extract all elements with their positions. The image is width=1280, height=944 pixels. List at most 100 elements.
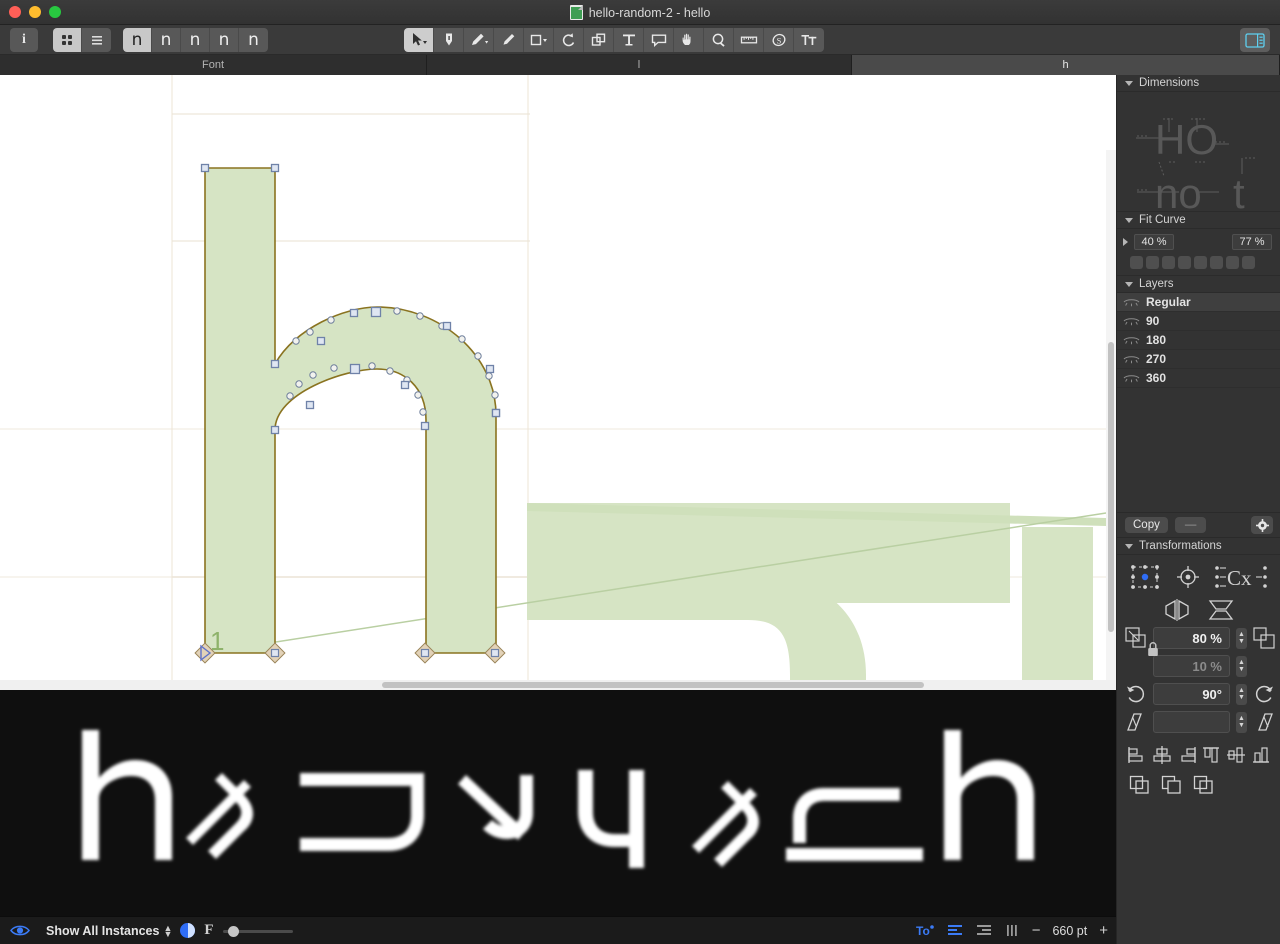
grid-view-icon[interactable]: [53, 28, 82, 52]
slant-right-icon[interactable]: [1253, 711, 1275, 733]
rotate-tool[interactable]: [554, 28, 584, 52]
text-tool-icon[interactable]: To: [916, 924, 936, 938]
disclosure-triangle-icon[interactable]: [1125, 81, 1133, 86]
rotate-cw-icon[interactable]: [1253, 683, 1275, 705]
layer-eye-icon[interactable]: [1123, 373, 1140, 384]
layer-eye-icon[interactable]: [1123, 354, 1140, 365]
master-button-0[interactable]: n: [123, 28, 152, 52]
master-button-4[interactable]: n: [239, 28, 268, 52]
transform-origin-icon[interactable]: [1128, 563, 1162, 591]
align-right-icon[interactable]: [1177, 745, 1197, 765]
master-button-3[interactable]: n: [210, 28, 239, 52]
path-intersect-icon[interactable]: [1193, 775, 1215, 795]
mirror-vertical-icon[interactable]: [1208, 599, 1234, 621]
slant-left-icon[interactable]: [1125, 711, 1147, 733]
scale-tool[interactable]: [584, 28, 614, 52]
smart-shape-tool[interactable]: S: [764, 28, 794, 52]
layer-item-270[interactable]: 270: [1117, 350, 1280, 369]
layer-eye-icon[interactable]: [1123, 316, 1140, 327]
master-button-2[interactable]: n: [181, 28, 210, 52]
layer-item-regular[interactable]: Regular: [1117, 293, 1280, 312]
layers-section-header[interactable]: Layers: [1117, 276, 1280, 293]
info-button[interactable]: i: [10, 28, 38, 52]
glyph-edit-canvas[interactable]: 1 1 h 0068 Kern 50 50 Kern Group 540 Gro…: [0, 75, 1116, 680]
vertical-scroll-thumb[interactable]: [1108, 342, 1114, 632]
path-subtract-icon[interactable]: [1161, 775, 1183, 795]
slant-stepper[interactable]: ▲▼: [1236, 712, 1247, 733]
fit-preset-3[interactable]: [1178, 256, 1191, 269]
rotate-ccw-icon[interactable]: [1125, 683, 1147, 705]
slant-input[interactable]: [1153, 711, 1230, 733]
hand-tool[interactable]: [674, 28, 704, 52]
transform-metrics-icon[interactable]: Cx: [1214, 563, 1270, 591]
zoom-tool[interactable]: [704, 28, 734, 52]
instances-label[interactable]: Show All Instances: [46, 924, 159, 938]
fit-curve-presets[interactable]: [1117, 250, 1280, 269]
lock-icon[interactable]: [1147, 641, 1159, 657]
align-left-icon[interactable]: [948, 924, 965, 937]
text-tool[interactable]: [614, 28, 644, 52]
fit-preset-6[interactable]: [1226, 256, 1239, 269]
fit-curve-play-icon[interactable]: [1123, 238, 1128, 246]
zoom-out-button[interactable]: −: [1032, 922, 1041, 939]
align-columns-icon[interactable]: [1006, 924, 1020, 937]
fit-preset-7[interactable]: [1242, 256, 1255, 269]
annotation-tool[interactable]: [644, 28, 674, 52]
align-center-h-icon[interactable]: [1152, 745, 1172, 765]
disclosure-triangle-icon[interactable]: [1125, 544, 1133, 549]
eye-icon[interactable]: [10, 924, 30, 937]
mirror-horizontal-icon[interactable]: [1164, 599, 1190, 621]
gear-icon[interactable]: [1251, 516, 1273, 534]
rotate-stepper[interactable]: ▲▼: [1236, 684, 1247, 705]
master-selector[interactable]: n n n n n: [123, 28, 268, 52]
path-union-icon[interactable]: [1129, 775, 1151, 795]
transformations-section-header[interactable]: Transformations: [1117, 538, 1280, 555]
list-view-icon[interactable]: [82, 28, 111, 52]
select-tool[interactable]: [404, 28, 434, 52]
remove-layer-button[interactable]: —: [1175, 517, 1207, 533]
contrast-icon[interactable]: [180, 923, 195, 938]
disclosure-triangle-icon[interactable]: [1125, 218, 1133, 223]
glyph-outline-svg[interactable]: 1: [0, 75, 1116, 680]
layer-item-360[interactable]: 360: [1117, 369, 1280, 388]
scale-up-icon[interactable]: [1253, 627, 1275, 649]
scale-y-stepper[interactable]: ▲▼: [1236, 656, 1247, 677]
zoom-value-label[interactable]: 660 pt: [1052, 924, 1087, 938]
canvas-vertical-scrollbar[interactable]: [1106, 150, 1116, 680]
preview-size-slider[interactable]: [223, 924, 293, 938]
dimensions-section-header[interactable]: Dimensions: [1117, 75, 1280, 92]
sidebar-toggle-icon[interactable]: [1240, 28, 1270, 52]
align-left-icon[interactable]: [1127, 745, 1147, 765]
layer-item-180[interactable]: 180: [1117, 331, 1280, 350]
pencil-tool[interactable]: [464, 28, 494, 52]
align-bottom-icon[interactable]: [1251, 745, 1271, 765]
align-top-icon[interactable]: [1201, 745, 1221, 765]
shape-tool[interactable]: [524, 28, 554, 52]
stepper-icon[interactable]: ▲▼: [163, 925, 172, 937]
knife-tool[interactable]: [494, 28, 524, 52]
fit-preset-2[interactable]: [1162, 256, 1175, 269]
align-right-icon[interactable]: [977, 924, 994, 937]
f-mark-icon[interactable]: F: [204, 922, 213, 939]
rotate-input[interactable]: 90°: [1153, 683, 1230, 705]
disclosure-triangle-icon[interactable]: [1125, 282, 1133, 287]
tab-l[interactable]: l: [427, 55, 852, 75]
fit-curve-section-header[interactable]: Fit Curve: [1117, 212, 1280, 229]
fit-curve-right-value[interactable]: 77 %: [1232, 234, 1272, 250]
fit-preset-0[interactable]: [1130, 256, 1143, 269]
fit-curve-left-value[interactable]: 40 %: [1134, 234, 1174, 250]
scale-y-input[interactable]: 10 %: [1153, 655, 1230, 677]
layer-eye-icon[interactable]: [1123, 297, 1140, 308]
copy-button[interactable]: Copy: [1125, 517, 1168, 533]
horizontal-scroll-thumb[interactable]: [382, 682, 924, 688]
tab-h[interactable]: h: [852, 55, 1280, 75]
text-preview-tool[interactable]: [794, 28, 824, 52]
layer-item-90[interactable]: 90: [1117, 312, 1280, 331]
measurement-tool[interactable]: [734, 28, 764, 52]
transform-center-icon[interactable]: [1173, 563, 1203, 591]
master-button-1[interactable]: n: [152, 28, 181, 52]
preview-panel[interactable]: [0, 690, 1116, 916]
zoom-in-button[interactable]: +: [1099, 922, 1108, 939]
view-mode-segmented[interactable]: [53, 28, 111, 52]
canvas-horizontal-scrollbar[interactable]: [0, 680, 1116, 690]
